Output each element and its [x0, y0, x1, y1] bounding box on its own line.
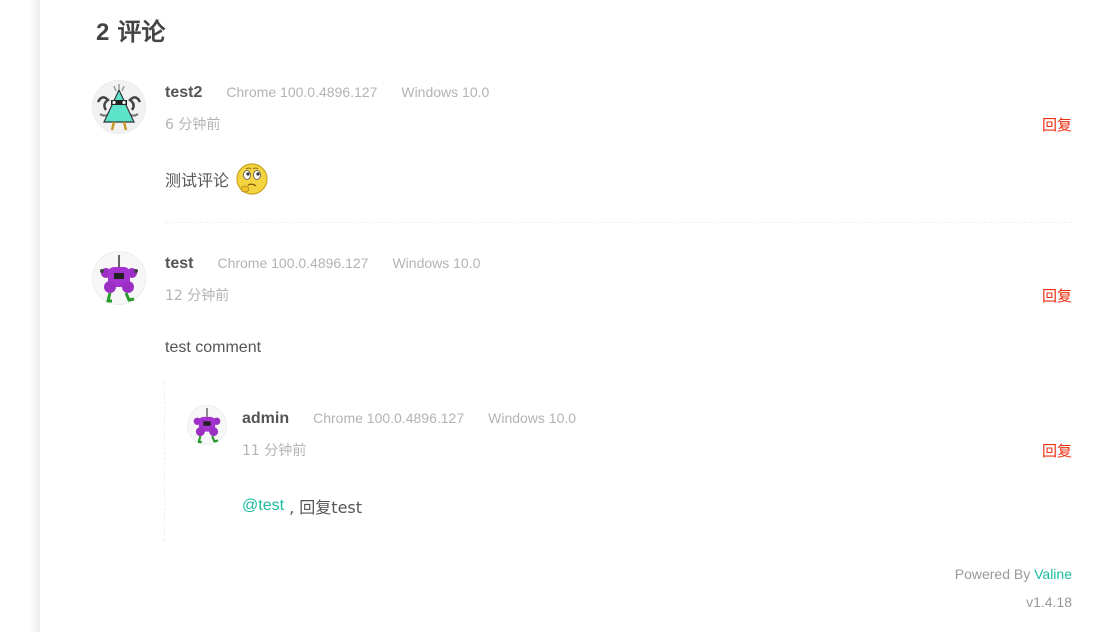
- comment-content: @test , 回复test: [242, 494, 362, 518]
- comment-meta: admin Chrome 100.0.4896.127 Windows 10.0: [242, 410, 576, 428]
- comments-page: 2 评论 test2 Chrome 100.0.4896.127 Windows…: [0, 0, 1115, 632]
- avatar: [187, 405, 227, 445]
- reply-button[interactable]: 回复: [1042, 114, 1072, 135]
- comment-browser: Chrome 100.0.4896.127: [226, 84, 378, 100]
- avatar-purple-monster-icon: [187, 405, 227, 445]
- avatar-purple-monster-icon: [93, 252, 145, 304]
- comments-heading-label: 评论: [117, 18, 166, 46]
- valine-link[interactable]: Valine: [1034, 566, 1072, 582]
- comment-text: , 回复test: [284, 498, 363, 517]
- powered-by-label: Powered By: [954, 566, 1031, 582]
- comment-divider: [165, 222, 1072, 223]
- comment-author[interactable]: test: [165, 255, 193, 273]
- powered-by: Powered By Valine: [955, 566, 1072, 582]
- comment-content: 测试评论: [165, 162, 269, 196]
- avatar-monster-icon: [93, 81, 145, 133]
- comment-item: test2 Chrome 100.0.4896.127 Windows 10.0…: [90, 78, 1072, 228]
- comments-heading: 2 评论: [96, 12, 165, 47]
- comment-os: Windows 10.0: [401, 84, 490, 100]
- comment-os: Windows 10.0: [488, 410, 577, 426]
- avatar: [92, 80, 146, 134]
- comment-time: 11 分钟前: [242, 443, 307, 459]
- reply-button[interactable]: 回复: [1042, 440, 1072, 461]
- comment-browser: Chrome 100.0.4896.127: [217, 255, 369, 271]
- version-label: v1.4.18: [1026, 594, 1072, 610]
- reply-button[interactable]: 回复: [1042, 285, 1072, 306]
- comment-author[interactable]: test2: [165, 84, 202, 102]
- comment-author[interactable]: admin: [242, 410, 289, 428]
- card-edge: [0, 0, 40, 632]
- mention-link[interactable]: @test: [242, 497, 284, 515]
- comment-meta: test Chrome 100.0.4896.127 Windows 10.0: [165, 255, 480, 273]
- comment-content: test comment: [165, 339, 261, 357]
- comment-meta: test2 Chrome 100.0.4896.127 Windows 10.0: [165, 84, 489, 102]
- comment-os: Windows 10.0: [392, 255, 481, 271]
- comment-text: 测试评论: [165, 171, 230, 190]
- comment-time: 12 分钟前: [165, 288, 230, 304]
- avatar: [92, 251, 146, 305]
- comment-count: 2: [96, 19, 110, 46]
- comment-text: test comment: [165, 339, 262, 356]
- thinking-face-icon: [236, 163, 268, 195]
- comment-browser: Chrome 100.0.4896.127: [313, 410, 465, 426]
- child-comment-item: admin Chrome 100.0.4896.127 Windows 10.0…: [186, 404, 1072, 524]
- comment-time: 6 分钟前: [165, 117, 221, 133]
